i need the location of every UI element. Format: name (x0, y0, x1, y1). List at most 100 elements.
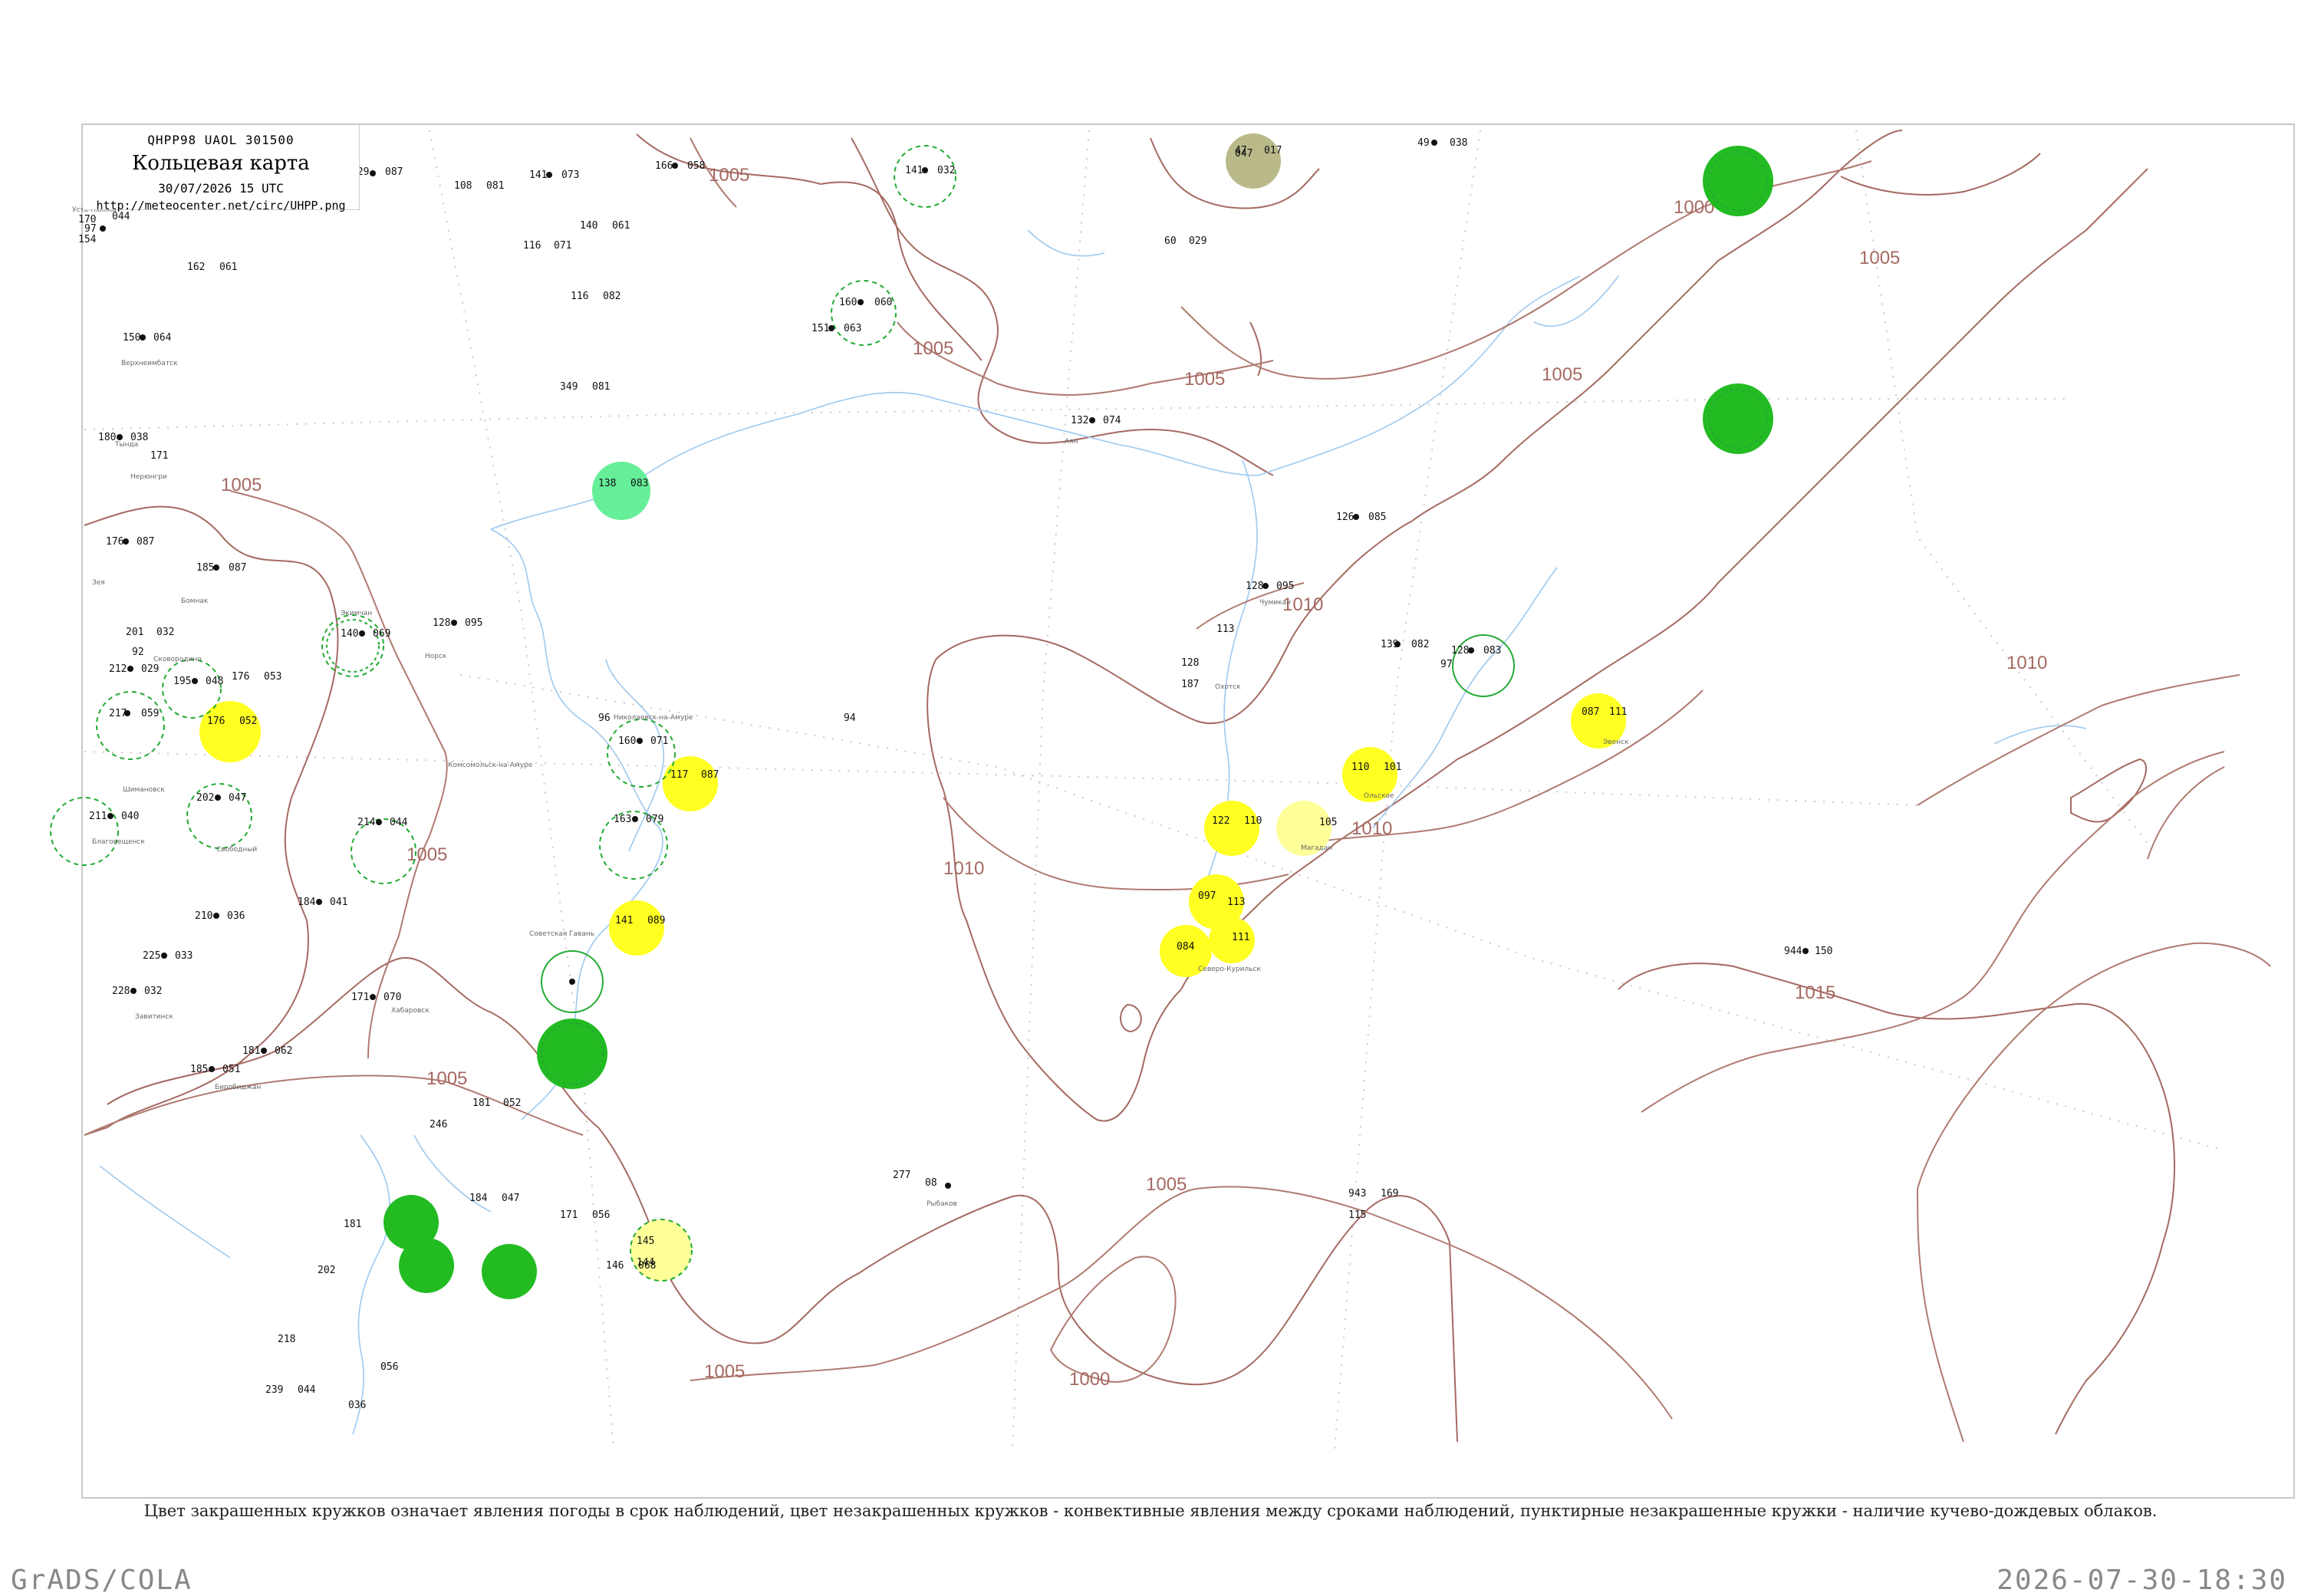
circle-value: 176 (207, 716, 225, 727)
obs-value: 033 (175, 950, 193, 962)
obs-value: 128 (1451, 645, 1469, 656)
obs-value: 181 (242, 1045, 260, 1057)
obs-value: 239 (265, 1384, 283, 1396)
obs-value: 108 (454, 180, 472, 192)
circle-value: 110 (1351, 762, 1369, 773)
obs-value: 061 (612, 220, 630, 232)
obs-value: 214 (357, 817, 376, 828)
station-name: Сковородино (153, 656, 202, 663)
obs-value: 113 (1216, 624, 1234, 635)
obs-value: 036 (227, 910, 245, 922)
obs-value: 94 (844, 712, 856, 724)
circle-value: 105 (1319, 817, 1337, 828)
obs-value: 063 (844, 323, 861, 334)
circle-value: 052 (239, 716, 257, 727)
isobar-label: 1010 (2006, 653, 2047, 673)
obs-value: 132 (1071, 415, 1088, 426)
obs-value: 051 (222, 1064, 240, 1075)
weather-fill-circle (1703, 383, 1773, 454)
station-names: Усть-Нюкжа Верхнеимбатск Тында Нерюнгри … (72, 206, 1629, 1208)
station-name: Экимчан (341, 610, 372, 617)
obs-value: 96 (598, 712, 611, 724)
obs-value: 128 (433, 617, 450, 629)
obs-value: 181 (472, 1097, 490, 1109)
circle-value: 141 (615, 915, 633, 926)
obs-value: 202 (196, 792, 214, 804)
obs-value: 087 (229, 562, 246, 574)
obs-value: 081 (486, 180, 504, 192)
obs-value: 070 (384, 992, 401, 1003)
obs-value: 036 (348, 1400, 366, 1411)
obs-value: 08 (925, 1177, 937, 1189)
station-name: Хабаровск (391, 1007, 430, 1015)
circle-value: 083 (630, 478, 648, 489)
obs-value: 171 (351, 992, 369, 1003)
obs-value: 032 (156, 627, 174, 638)
station-name: Тында (114, 441, 138, 449)
obs-value: 176 (106, 536, 123, 548)
obs-value: 095 (465, 617, 482, 629)
station-name: Бомнак (181, 597, 209, 605)
obs-value: 085 (1368, 512, 1386, 523)
obs-value: 064 (153, 332, 172, 344)
circle-value: 138 (598, 478, 616, 489)
obs-value: 140 (580, 220, 597, 232)
obs-value: 071 (650, 735, 668, 747)
obs-value: 185 (190, 1064, 208, 1075)
obs-value: 944 (1784, 946, 1802, 957)
station-name: Зея (92, 579, 105, 587)
obs-value: 166 (655, 160, 673, 172)
map: 1000 1005 1005 1005 1005 1005 1005 1005 … (50, 130, 2271, 1450)
obs-value: 97 (1440, 659, 1453, 670)
obs-value: 176 (232, 671, 249, 683)
circle-value: 110 (1244, 815, 1262, 827)
obs-value: 171 (560, 1209, 578, 1221)
obs-value: 154 (78, 234, 97, 245)
isobar-label: 1005 (1146, 1174, 1187, 1195)
obs-value: 128 (1181, 657, 1199, 669)
circle-value: 122 (1212, 815, 1230, 827)
obs-value: 017 (1264, 145, 1282, 156)
obs-value: 079 (646, 814, 663, 825)
obs-value: 044 (298, 1384, 316, 1396)
station-name: Рыбаков (927, 1200, 957, 1208)
map-legend-header: QHPP98 UAOL 301500 Кольцевая карта 30/07… (83, 125, 360, 212)
station-name: Норск (425, 653, 447, 660)
obs-value: 202 (318, 1265, 335, 1276)
obs-value: 073 (561, 169, 579, 181)
isobar-label: 1000 (1069, 1369, 1110, 1390)
station-name: Шимановск (123, 786, 165, 794)
isobar-label: 1005 (221, 475, 262, 495)
isobar-label: 1005 (1184, 369, 1225, 390)
circle-value: 117 (670, 769, 688, 781)
obs-value: 162 (187, 262, 205, 273)
weather-fill-circle (1703, 146, 1773, 216)
obs-value: 081 (592, 381, 610, 393)
obs-value: 083 (1483, 645, 1501, 656)
obs-value: 060 (874, 297, 892, 308)
obs-value: 053 (264, 671, 281, 683)
obs-value: 040 (121, 811, 139, 822)
obs-value: 032 (144, 986, 162, 997)
grads-credit: GrADS/COLA (11, 1565, 193, 1596)
obs-value: 246 (430, 1119, 447, 1130)
obs-value: 277 (893, 1170, 910, 1181)
obs-value: 163 (614, 814, 631, 825)
station-name: Охотск (1215, 683, 1241, 691)
station-name: Северо-Курильск (1198, 966, 1261, 973)
legend-caption: Цвет закрашенных кружков означает явлени… (143, 1502, 2158, 1520)
obs-value: 074 (1103, 415, 1121, 426)
isobar-label: 1005 (407, 844, 447, 865)
obs-value: 082 (1411, 639, 1429, 650)
isobar-label: 1005 (913, 338, 953, 359)
obs-value: 218 (278, 1334, 295, 1345)
obs-value: 047 (502, 1193, 519, 1204)
obs-value: 059 (141, 708, 159, 719)
obs-value: 056 (592, 1209, 610, 1221)
obs-value: 069 (373, 628, 390, 640)
station-name: Аян (1065, 438, 1078, 446)
obs-value: 171 (150, 450, 168, 462)
obs-value: 217 (109, 708, 127, 719)
obs-value: 210 (195, 910, 212, 922)
obs-value: 115 (1348, 1209, 1366, 1221)
